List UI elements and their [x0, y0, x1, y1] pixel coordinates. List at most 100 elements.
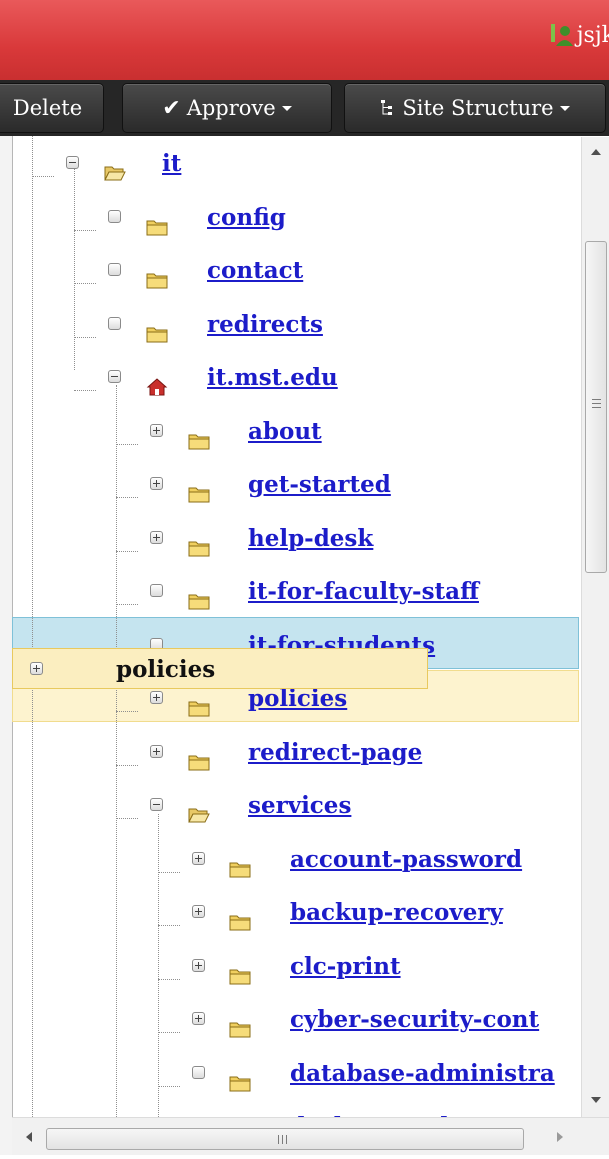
tree-node-link[interactable]: backup-recovery	[290, 899, 503, 926]
folder-icon	[229, 967, 251, 985]
leaf-node-icon	[108, 209, 121, 223]
folder-icon	[229, 1020, 251, 1038]
expand-icon[interactable]	[192, 905, 205, 918]
approve-label: Approve	[186, 96, 276, 120]
tree-node-link[interactable]: policies	[248, 685, 347, 712]
collapse-icon[interactable]	[66, 156, 79, 169]
delete-button[interactable]: Delete	[0, 83, 104, 133]
app-header: jsjk	[0, 0, 609, 80]
tree-node-policies[interactable]: policies	[0, 685, 580, 731]
site-structure-button[interactable]: Site Structure	[344, 83, 606, 133]
leaf-node-icon	[108, 263, 121, 276]
chevron-down-icon	[281, 105, 292, 111]
user-menu[interactable]: jsjk	[550, 22, 609, 48]
drag-proxy-label: policies	[116, 656, 216, 683]
grip-line	[286, 1135, 287, 1144]
tree-node-get-started[interactable]: get-started	[0, 471, 580, 517]
drag-proxy[interactable]: policies	[12, 648, 428, 689]
tree-node-clc-print[interactable]: clc-print	[0, 953, 580, 999]
expand-icon[interactable]	[150, 530, 163, 544]
tree-node-redirect-page[interactable]: redirect-page	[0, 739, 580, 785]
grip-line	[592, 399, 601, 400]
expand-icon	[30, 662, 43, 675]
folder-icon	[188, 592, 210, 610]
vertical-scroll-thumb[interactable]	[585, 241, 607, 573]
folder-icon	[146, 271, 168, 289]
grip-line	[592, 407, 601, 408]
vertical-scrollbar[interactable]	[581, 137, 609, 1117]
toolbar: Delete ✔ Approve Site Structure	[0, 80, 609, 136]
expand-icon[interactable]	[192, 851, 205, 865]
grip-line	[282, 1135, 283, 1144]
tree-node-link[interactable]: help-desk	[248, 525, 373, 552]
home-icon	[146, 378, 168, 396]
user-name: jsjk	[576, 22, 609, 48]
tree-node-link[interactable]: redirects	[207, 311, 323, 338]
leaf-node-icon	[150, 584, 163, 597]
folder-icon	[188, 753, 210, 771]
scroll-right-icon[interactable]	[557, 1132, 563, 1142]
folder-icon	[146, 325, 168, 343]
tree-node-link[interactable]: database-administra	[290, 1060, 555, 1087]
checkmark-icon: ✔	[162, 95, 181, 121]
tree-node-help-desk[interactable]: help-desk	[0, 525, 580, 571]
expand-icon[interactable]	[150, 744, 163, 758]
folder-icon	[188, 539, 210, 557]
user-icon	[550, 24, 573, 46]
horizontal-scrollbar[interactable]	[12, 1117, 609, 1155]
tree-node-link[interactable]: redirect-page	[248, 739, 422, 766]
folder-open-icon	[104, 164, 126, 182]
scroll-down-icon[interactable]	[591, 1097, 601, 1103]
tree-node-database-administra[interactable]: database-administra	[0, 1060, 580, 1106]
tree-node-backup-recovery[interactable]: backup-recovery	[0, 899, 580, 945]
collapse-icon[interactable]	[108, 370, 121, 383]
folder-icon	[188, 485, 210, 503]
tree-node-link[interactable]: get-started	[248, 471, 391, 498]
scroll-up-icon[interactable]	[591, 149, 601, 155]
folder-icon	[188, 432, 210, 450]
tree-node-about[interactable]: about	[0, 418, 580, 464]
tree-node-link[interactable]: clc-print	[290, 953, 401, 980]
horizontal-scroll-thumb[interactable]	[46, 1128, 524, 1150]
expand-icon[interactable]	[150, 477, 163, 490]
collapse-icon[interactable]	[150, 798, 163, 811]
leaf-node-icon	[192, 1065, 205, 1079]
chevron-down-icon	[559, 105, 570, 111]
tree-node-it[interactable]: it	[0, 150, 580, 196]
tree-node-services[interactable]: services	[0, 792, 580, 838]
leaf-node-icon	[108, 316, 121, 330]
tree-node-link[interactable]: contact	[207, 257, 303, 284]
site-structure-label: Site Structure	[402, 96, 554, 120]
expand-icon[interactable]	[150, 423, 163, 437]
grip-line	[592, 403, 601, 404]
folder-open-icon	[188, 806, 210, 824]
tree-node-link[interactable]: account-password	[290, 846, 522, 873]
tree-node-link[interactable]: it	[162, 150, 181, 177]
tree-node-link[interactable]: it-for-faculty-staff	[248, 578, 479, 605]
scroll-left-icon[interactable]	[26, 1132, 32, 1142]
tree-node-cyber-security-cont[interactable]: cyber-security-cont	[0, 1006, 580, 1052]
tree-node-link[interactable]: cyber-security-cont	[290, 1006, 539, 1033]
sitemap-icon	[381, 100, 393, 115]
expand-icon[interactable]	[192, 1012, 205, 1025]
tree-node-link[interactable]: config	[207, 204, 286, 231]
tree-node-contact[interactable]: contact	[0, 257, 580, 303]
tree-node-it.mst.edu[interactable]: it.mst.edu	[0, 364, 580, 410]
tree-node-link[interactable]: about	[248, 418, 322, 445]
expand-icon[interactable]	[150, 691, 163, 704]
tree-node-account-password[interactable]: account-password	[0, 846, 580, 892]
folder-icon	[229, 1074, 251, 1092]
tree-node-it-for-faculty-staff[interactable]: it-for-faculty-staff	[0, 578, 580, 624]
tree-node-config[interactable]: config	[0, 204, 580, 250]
folder-icon	[229, 860, 251, 878]
delete-label: Delete	[12, 96, 83, 120]
folder-icon	[146, 218, 168, 236]
approve-button[interactable]: ✔ Approve	[122, 83, 332, 133]
folder-icon	[229, 913, 251, 931]
tree-node-redirects[interactable]: redirects	[0, 311, 580, 357]
tree-node-link[interactable]: it.mst.edu	[207, 364, 338, 391]
folder-icon	[188, 699, 210, 717]
expand-icon[interactable]	[192, 958, 205, 972]
tree-node-link[interactable]: services	[248, 792, 351, 819]
grip-line	[278, 1135, 279, 1144]
